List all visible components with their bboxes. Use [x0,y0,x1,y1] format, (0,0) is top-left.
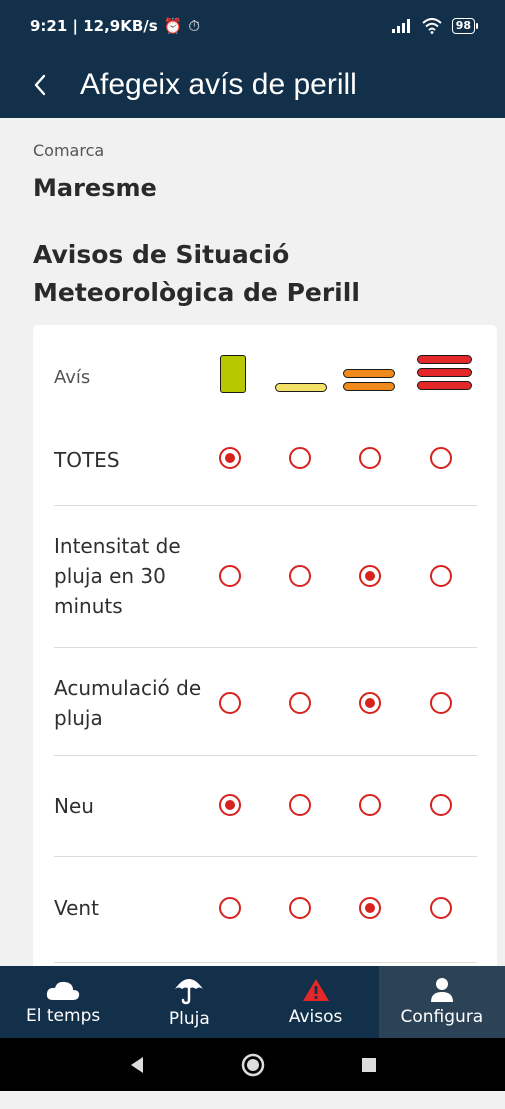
radio-neu-level-2[interactable] [289,794,311,816]
radio-vent-level-1[interactable] [219,897,241,919]
radio-neu-level-1[interactable] [219,794,241,816]
radio-acumulacio-level-2[interactable] [289,692,311,714]
radio-totes-level-3[interactable] [359,447,381,469]
alarm-icon: ⏱ [188,17,201,35]
row-label-acumulacio: Acumulació de pluja [54,676,202,730]
radio-neu-level-4[interactable] [430,794,452,816]
radio-intensitat-level-2[interactable] [289,565,311,587]
radio-acumulacio-level-1[interactable] [219,692,241,714]
signal-icon [391,19,410,33]
level-3-orange-bars-icon [343,369,395,393]
radio-acumulacio-level-4[interactable] [430,692,452,714]
level-1-green-square-icon [220,355,246,393]
radio-acumulacio-level-3[interactable] [359,692,381,714]
system-nav-bar [0,1038,505,1091]
wifi-icon [422,18,442,34]
county-label: Comarca [33,141,105,160]
content-area[interactable]: Comarca Maresme Avisos de Situació Meteo… [0,118,505,966]
cloud-icon [47,981,80,1000]
radio-intensitat-level-1[interactable] [219,565,241,587]
umbrella-icon [175,979,204,1005]
radio-neu-level-3[interactable] [359,794,381,816]
nav-item-configura[interactable]: Configura [378,966,505,1038]
radio-intensitat-level-4[interactable] [430,565,452,587]
status-bar: 9:21 | 12,9KB/s ⏰ ⏱ 98 [0,0,505,52]
row-divider [54,647,477,648]
nav-label: Avisos [288,1007,343,1027]
section-title: Avisos de Situació Meteorològica de Peri… [33,240,360,307]
nav-item-el-temps[interactable]: El temps [0,966,126,1038]
warnings-card: Avís TOTES Intensitat de pluja en 30 min… [33,325,497,966]
row-divider [54,962,477,963]
radio-vent-level-3[interactable] [359,897,381,919]
level-4-red-bars-icon [417,355,472,393]
app-bar: Afegeix avís de perill [0,52,505,118]
nav-item-pluja[interactable]: Pluja [126,966,252,1038]
radio-totes-level-1[interactable] [219,447,241,469]
radio-vent-level-4[interactable] [430,897,452,919]
page-title: Afegeix avís de perill [80,68,357,101]
header-label: Avís [54,367,91,388]
row-label-totes: TOTES [54,448,120,472]
bottom-strip [0,1091,505,1109]
radio-intensitat-level-3[interactable] [359,565,381,587]
alarm-clock-icon: ⏰ [163,17,183,35]
bottom-nav: El temps Pluja Avisos Configura [0,966,505,1038]
recents-square-icon[interactable] [361,1057,377,1073]
row-divider [54,505,477,506]
status-left: 9:21 | 12,9KB/s ⏰ ⏱ [30,17,200,35]
level-2-yellow-bar-icon [275,383,327,393]
person-icon [430,978,453,1002]
radio-totes-level-2[interactable] [289,447,311,469]
status-right: 98 [391,18,479,34]
status-time-speed: 9:21 | 12,9KB/s [30,17,158,35]
county-value: Maresme [33,174,157,202]
row-label-neu: Neu [54,794,94,818]
battery-indicator: 98 [451,18,479,34]
nav-label: Pluja [168,1009,210,1029]
row-label-intensitat: Intensitat de pluja en 30 minuts [54,534,181,618]
row-divider [54,755,477,756]
row-label-vent: Vent [54,896,99,920]
back-triangle-icon[interactable] [129,1056,145,1074]
radio-vent-level-2[interactable] [289,897,311,919]
row-divider [54,856,477,857]
nav-label: Configura [400,1007,484,1027]
nav-item-avisos[interactable]: Avisos [253,966,379,1038]
radio-totes-level-4[interactable] [430,447,452,469]
nav-label: El temps [26,1006,101,1026]
warning-icon [302,979,329,1001]
back-button[interactable] [0,52,80,118]
home-circle-icon[interactable] [241,1053,265,1077]
chevron-left-icon [34,74,46,96]
